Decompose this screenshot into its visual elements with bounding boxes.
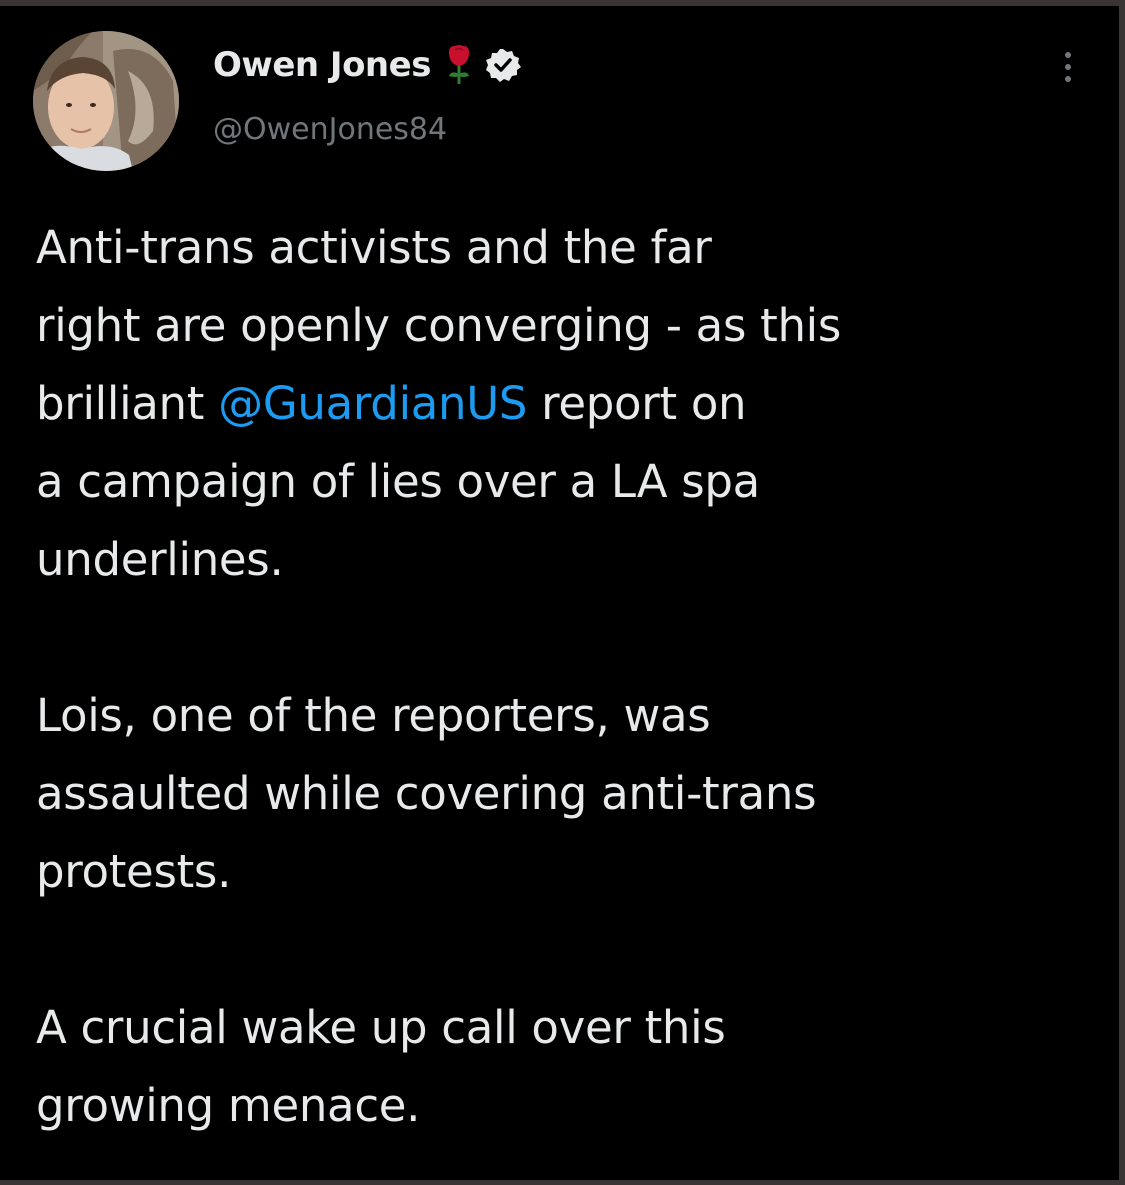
tweet-text-line: A crucial wake up call over this <box>36 1001 726 1054</box>
rose-icon <box>445 44 473 86</box>
tweet-text-line: underlines. <box>36 533 284 586</box>
tweet-text-line: assaulted while covering anti-trans <box>36 767 817 820</box>
verified-badge-icon[interactable] <box>485 47 521 83</box>
tweet-text-line: Anti-trans activists and the far <box>36 221 712 274</box>
mention-link[interactable]: @GuardianUS <box>218 377 527 430</box>
tweet-text: Anti-trans activists and the far right a… <box>36 209 1096 1145</box>
tweet-text-line: protests. <box>36 845 232 898</box>
tweet-text-line: growing menace. <box>36 1079 421 1132</box>
author-handle[interactable]: @OwenJones84 <box>213 112 447 147</box>
more-options-icon[interactable] <box>1056 46 1080 90</box>
author-avatar[interactable] <box>33 31 179 171</box>
tweet-text-line: Lois, one of the reporters, was <box>36 689 711 742</box>
tweet-text-line: right are openly converging - as this <box>36 299 842 352</box>
author-name-row: Owen Jones <box>213 42 521 88</box>
tweet-text-line: brilliant @GuardianUS report on <box>36 365 1096 443</box>
author-display-name[interactable]: Owen Jones <box>213 45 431 85</box>
screenshot-frame: Owen Jones @OwenJones84 Anti-trans activ… <box>0 0 1125 1185</box>
tweet-text-line: a campaign of lies over a LA spa <box>36 455 760 508</box>
tweet-card: Owen Jones @OwenJones84 Anti-trans activ… <box>0 6 1119 1180</box>
profile-photo <box>33 31 179 171</box>
tweet-text-segment: report on <box>527 377 747 430</box>
tweet-text-segment: brilliant <box>36 377 219 430</box>
